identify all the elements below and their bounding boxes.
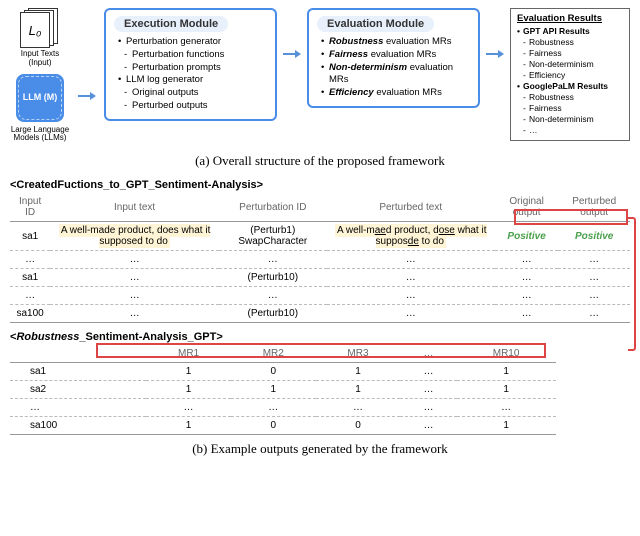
llm-icon: LLM (M) [16,74,64,122]
list-item: Efficiency evaluation MRs [321,87,470,100]
table-row: sa100100…1 [10,417,556,435]
input-texts-label: Input Texts (Input) [10,50,70,68]
table-created-functions: Input ID Input text Perturbation ID Pert… [10,193,630,323]
table-row: sa1 A well-made product, does what it su… [10,222,630,251]
framework-diagram: L₀ Input Texts (Input) LLM (M) Large Lan… [0,0,640,147]
list-item: Efficiency [517,70,623,81]
evaluation-results-list: GPT API Results Robustness Fairness Non-… [517,26,623,136]
caption-a: (a) Overall structure of the proposed fr… [0,153,640,169]
execution-module: Execution Module Perturbation generator … [104,8,277,121]
arrow-icon [486,8,504,60]
cell-original-output: Positive [495,222,559,251]
evaluation-module: Evaluation Module Robustness evaluation … [307,8,480,108]
inputs-column: L₀ Input Texts (Input) LLM (M) Large Lan… [10,8,70,143]
list-item: LLM log generator [118,74,267,87]
cell-perturb-id: (Perturb1) SwapCharacter [219,222,327,251]
table-header-row: MR1 MR2 MR3 … MR10 [10,345,556,363]
list-item: Non-determinism [517,114,623,125]
list-item: Perturbed outputs [118,100,267,113]
evaluation-results-box: Evaluation Results GPT API Results Robus… [510,8,630,141]
table-row: ……………… [10,251,630,269]
cell-input-id: sa1 [10,222,50,251]
table-b-title: <Robustness_Sentiment-Analysis_GPT> [10,331,630,343]
list-item: Original outputs [118,87,267,100]
execution-module-list: Perturbation generator Perturbation func… [114,36,267,113]
table-header: MR1 [146,345,231,363]
table-header: Input ID [10,193,50,222]
table-header: Input text [50,193,219,222]
table-row: sa100…(Perturb10)……… [10,305,630,323]
table-row: sa2111…1 [10,381,556,399]
arrow-icon [283,8,301,60]
evaluation-module-list: Robustness evaluation MRs Fairness evalu… [317,36,470,100]
evaluation-module-title: Evaluation Module [317,16,434,32]
modules-row: Execution Module Perturbation generator … [104,8,630,143]
table-header: Perturbed text [327,193,495,222]
cell-perturbed-text: A well-maed product, dose what it suppos… [327,222,495,251]
table-row: sa1…(Perturb10)……… [10,269,630,287]
table-row: ……………… [10,399,556,417]
list-item: Non-determinism evaluation MRs [321,62,470,88]
example-outputs: <CreatedFuctions_to_GPT_Sentiment-Analys… [0,179,640,435]
table-a-title: <CreatedFuctions_to_GPT_Sentiment-Analys… [10,179,630,191]
table-header: Original output [495,193,559,222]
table-header: Perturbation ID [219,193,327,222]
table-header: MR2 [231,345,316,363]
list-item: Robustness [517,92,623,103]
list-item: Perturbation functions [118,49,267,62]
list-item: GooglePaLM Results [517,81,623,92]
cell-perturbed-output: Positive [558,222,630,251]
list-item: Fairness [517,103,623,114]
table-robustness: MR1 MR2 MR3 … MR10 sa1101…1 sa2111…1 ………… [10,345,556,435]
list-item: Perturbation generator [118,36,267,49]
table-header-row: Input ID Input text Perturbation ID Pert… [10,193,630,222]
evaluation-results-title: Evaluation Results [517,13,623,24]
cell-input-text: A well-made product, does what it suppos… [50,222,219,251]
arrow-icon [78,8,96,143]
execution-module-title: Execution Module [114,16,228,32]
list-item: Non-determinism [517,59,623,70]
table-header: … [400,345,456,363]
list-item: Robustness evaluation MRs [321,36,470,49]
table-header [10,345,146,363]
list-item: Fairness [517,48,623,59]
list-item: GPT API Results [517,26,623,37]
table-row: sa1101…1 [10,363,556,381]
input-texts-icon: L₀ [20,8,60,48]
list-item: Perturbation prompts [118,62,267,75]
llm-label: Large Language Models (LLMs) [10,126,70,144]
list-item: … [517,125,623,136]
list-item: Fairness evaluation MRs [321,49,470,62]
table-row: ……………… [10,287,630,305]
caption-b: (b) Example outputs generated by the fra… [0,441,640,457]
table-header: MR10 [457,345,556,363]
table-header: MR3 [316,345,401,363]
list-item: Robustness [517,37,623,48]
table-header: Perturbed output [558,193,630,222]
